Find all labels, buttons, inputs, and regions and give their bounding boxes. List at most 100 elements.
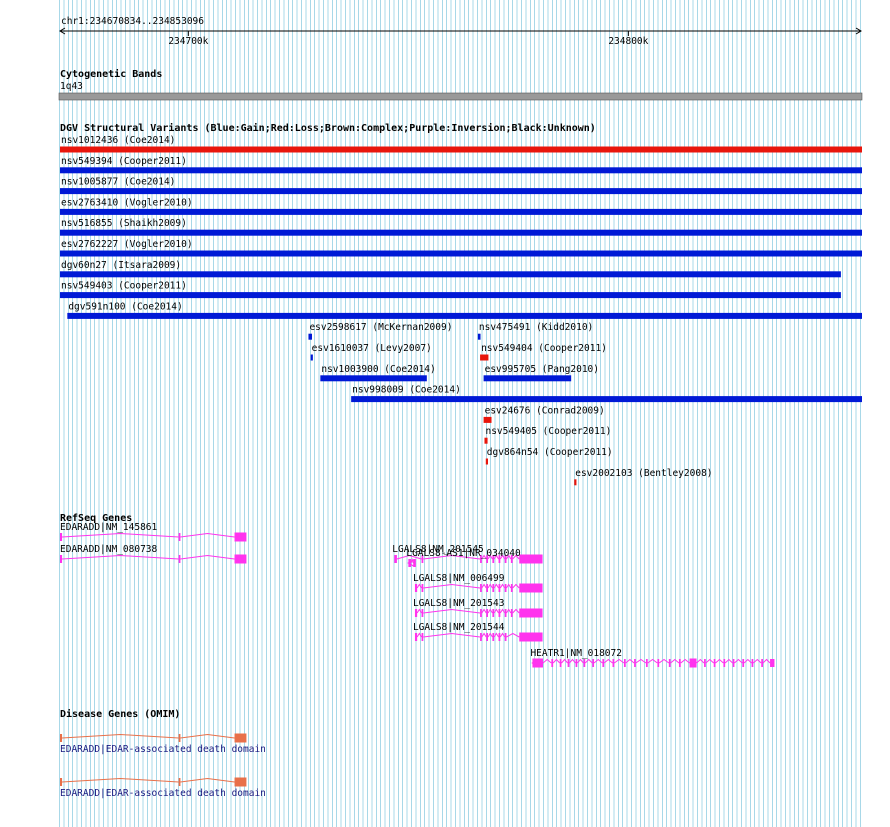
dgv-feature[interactable]: dgv60n27 (Itsara2009) — [60, 260, 841, 278]
dgv-feature-bar[interactable] — [320, 375, 427, 382]
omim-track-title: Disease Genes (OMIM) — [60, 708, 180, 720]
gene-feature[interactable]: EDARADD|EDAR-associated death domain — [60, 777, 266, 800]
cytoband-label: 1q43 — [60, 81, 83, 92]
dgv-feature-label: dgv60n27 (Itsara2009) — [61, 260, 181, 271]
omim-track[interactable]: Disease Genes (OMIM) EDARADD|EDAR-associ… — [60, 708, 266, 799]
dgv-feature-bar[interactable] — [484, 437, 488, 444]
dgv-feature[interactable]: nsv1005877 (Coe2014) — [60, 177, 862, 195]
gene-exon — [532, 658, 543, 668]
gene-intron — [416, 632, 422, 638]
gene-exon — [480, 584, 482, 592]
gene-intron — [680, 658, 690, 664]
dgv-feature-bar[interactable] — [60, 250, 862, 257]
dgv-feature[interactable]: dgv864n54 (Cooper2011) — [485, 447, 613, 465]
gene-exon — [623, 659, 626, 667]
gene-exon — [178, 533, 181, 541]
gene-intron — [603, 658, 613, 664]
dgv-feature-label: nsv516855 (Shaikh2009) — [61, 218, 187, 229]
gene-exon — [504, 633, 507, 641]
gene-feature[interactable]: HEATR1|NM_018072 — [530, 648, 775, 668]
dgv-track[interactable]: DGV Structural Variants (Blue:Gain;Red:L… — [60, 122, 863, 486]
ruler-tick-label: 234700k — [168, 36, 208, 47]
gene-feature[interactable]: LGALS8|NM_201544 — [413, 622, 543, 642]
gene-exon — [602, 659, 605, 667]
gene-exon — [234, 554, 247, 564]
dgv-feature-label: esv24676 (Conrad2009) — [485, 405, 605, 416]
dgv-feature[interactable]: nsv549403 (Cooper2011) — [60, 281, 841, 299]
gene-feature[interactable]: EDARADD|NM_145861 — [60, 522, 247, 542]
gene-exon — [504, 609, 507, 617]
gene-exon — [234, 733, 247, 743]
gene-exon — [486, 609, 488, 617]
gene-exon — [510, 584, 513, 592]
dgv-feature-bar[interactable] — [483, 416, 492, 423]
gene-label: EDARADD|EDAR-associated death domain — [60, 744, 266, 755]
dgv-feature-bar[interactable] — [60, 208, 862, 215]
gene-intron — [542, 658, 552, 664]
dgv-feature-bar[interactable] — [60, 271, 841, 278]
gene-intron — [499, 608, 506, 614]
dgv-feature[interactable]: nsv998009 (Coe2014) — [351, 385, 862, 403]
gene-exon — [234, 777, 247, 787]
dgv-feature-label: dgv864n54 (Cooper2011) — [487, 447, 613, 458]
dgv-feature-bar[interactable] — [60, 146, 862, 153]
dgv-feature[interactable]: dgv591n100 (Coe2014) — [67, 301, 863, 319]
dgv-feature-bar[interactable] — [485, 458, 488, 465]
gene-intron — [481, 583, 487, 589]
dgv-feature-bar[interactable] — [60, 188, 862, 195]
dgv-feature[interactable]: esv24676 (Conrad2009) — [483, 405, 605, 423]
dgv-feature-bar[interactable] — [480, 354, 489, 361]
gene-feature[interactable]: LGALS8-AS1|NR_034040 — [406, 548, 521, 567]
gene-exon — [519, 554, 543, 564]
dgv-feature-bar[interactable] — [60, 167, 862, 174]
gene-exon — [178, 734, 181, 742]
cytoband-track[interactable]: Cytogenetic Bands 1q43 — [58, 68, 863, 101]
gene-intron — [613, 658, 625, 664]
dgv-feature-label: nsv549394 (Cooper2011) — [61, 156, 187, 167]
dgv-feature-bar[interactable] — [483, 375, 572, 382]
dgv-feature[interactable]: nsv1012436 (Coe2014) — [60, 135, 862, 153]
dgv-feature-bar[interactable] — [308, 333, 312, 340]
gene-intron — [724, 658, 733, 664]
dgv-feature-bar[interactable] — [60, 292, 841, 299]
gene-exon — [492, 584, 495, 592]
gene-exon — [178, 555, 181, 563]
dgv-feature[interactable]: esv2763410 (Vogler2010) — [60, 197, 862, 215]
dgv-feature[interactable]: esv2002103 (Bentley2008) — [574, 468, 713, 486]
browser-canvas: chr1:234670834..234853096 234700k 234800k… — [58, 16, 863, 799]
gene-exon — [645, 659, 648, 667]
dgv-feature[interactable]: nsv549404 (Cooper2011) — [480, 343, 607, 361]
cytoband-bar[interactable] — [58, 92, 863, 101]
dgv-feature-bar[interactable] — [67, 312, 863, 319]
dgv-feature[interactable]: nsv1003900 (Coe2014) — [320, 364, 436, 382]
dgv-feature-label: nsv1003900 (Coe2014) — [321, 364, 435, 375]
dgv-feature[interactable]: nsv549405 (Cooper2011) — [484, 426, 611, 444]
dgv-feature[interactable]: esv2762227 (Vogler2010) — [60, 239, 862, 257]
gene-feature[interactable]: EDARADD|NM_080738 — [60, 544, 247, 564]
dgv-feature-bar[interactable] — [351, 396, 862, 403]
dgv-track-title: DGV Structural Variants (Blue:Gain;Red:L… — [60, 122, 596, 134]
gene-label: HEATR1|NM_018072 — [530, 648, 622, 659]
gene-exon — [178, 778, 181, 786]
gene-intron — [423, 632, 481, 638]
dgv-feature-label: nsv549405 (Cooper2011) — [485, 426, 611, 437]
gene-label: LGALS8|NM_006499 — [413, 573, 505, 584]
dgv-feature-bar[interactable] — [310, 354, 313, 361]
dgv-feature[interactable]: nsv516855 (Shaikh2009) — [60, 218, 862, 236]
gene-feature[interactable]: EDARADD|EDAR-associated death domain — [60, 733, 266, 756]
dgv-feature[interactable]: esv1610037 (Levy2007) — [310, 343, 432, 361]
gene-feature[interactable]: LGALS8|NM_006499 — [413, 573, 543, 593]
gene-intron — [762, 658, 771, 664]
gene-intron — [180, 532, 235, 538]
dgv-feature[interactable]: nsv475491 (Kidd2010) — [477, 322, 593, 340]
ruler-track[interactable]: chr1:234670834..234853096 234700k 234800k — [59, 16, 862, 47]
dgv-feature-bar[interactable] — [60, 229, 862, 236]
dgv-feature-bar[interactable] — [477, 333, 481, 340]
dgv-feature-bar[interactable] — [574, 479, 577, 486]
gene-exon — [421, 609, 424, 617]
dgv-feature[interactable]: esv2598617 (McKernan2009) — [308, 322, 452, 340]
dgv-feature[interactable]: nsv549394 (Cooper2011) — [60, 156, 862, 174]
refseq-track[interactable]: RefSeq Genes EDARADD|NM_145861EDARADD|NM… — [60, 513, 775, 668]
dgv-feature[interactable]: esv995705 (Pang2010) — [483, 364, 599, 382]
gene-feature[interactable]: LGALS8|NM_201543 — [413, 598, 543, 618]
